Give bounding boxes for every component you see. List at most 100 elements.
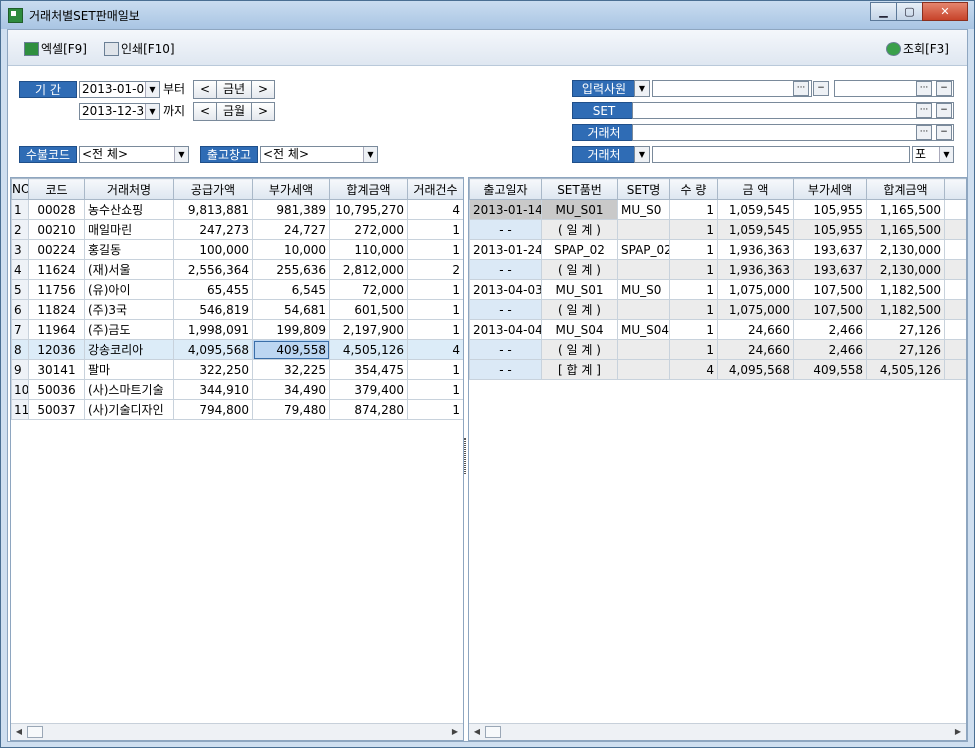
- table-row[interactable]: 8 12036 강송코리아 4,095,568 409,558 4,505,126 4: [11, 339, 463, 360]
- vat-amount-cell[interactable]: 54,681: [252, 299, 330, 320]
- employee-input[interactable]: [652, 80, 812, 97]
- customer-code-cell[interactable]: 00224: [28, 239, 85, 260]
- customer-code-cell[interactable]: 12036: [28, 339, 85, 360]
- customer-name-cell[interactable]: (주)3국: [84, 299, 174, 320]
- prev-month-button[interactable]: <: [193, 102, 217, 121]
- subul-code-select[interactable]: <전 체> ▼: [79, 146, 189, 163]
- col-header-code[interactable]: 코드: [28, 178, 85, 200]
- amount-cell[interactable]: 1,936,363: [717, 239, 794, 260]
- col-header-count[interactable]: 거래건수: [407, 178, 463, 200]
- set-name-cell[interactable]: [617, 219, 670, 240]
- supply-amount-cell[interactable]: 2,556,364: [173, 259, 253, 280]
- supply-amount-cell[interactable]: 247,273: [173, 219, 253, 240]
- scroll-left-icon[interactable]: ◀: [13, 726, 25, 738]
- vat-amount-cell[interactable]: 2,466: [793, 319, 867, 340]
- total-amount-cell[interactable]: 354,475: [329, 359, 408, 380]
- quantity-cell[interactable]: 4: [669, 359, 718, 380]
- vat-amount-cell[interactable]: 105,955: [793, 219, 867, 240]
- total-amount-cell[interactable]: 1,165,500: [866, 219, 945, 240]
- total-amount-cell[interactable]: 1,182,500: [866, 299, 945, 320]
- col-header-no[interactable]: NO: [11, 178, 29, 200]
- scroll-thumb[interactable]: [27, 726, 43, 738]
- customer-name-cell[interactable]: (재)서울: [84, 259, 174, 280]
- customer2-dropdown[interactable]: ▼: [634, 146, 650, 163]
- horizontal-scrollbar[interactable]: ◀ ▶: [469, 723, 966, 740]
- ship-date-cell[interactable]: - -: [469, 259, 542, 280]
- customer2-option-select[interactable]: 포 ▼: [912, 146, 954, 163]
- table-row[interactable]: 2013-04-04 MU_S04 MU_S04 1 24,660 2,466 27,126: [469, 319, 966, 340]
- ship-date-cell[interactable]: - -: [469, 339, 542, 360]
- col-header-ship-date[interactable]: 출고일자: [469, 178, 542, 200]
- scroll-thumb[interactable]: [485, 726, 501, 738]
- row-no-cell[interactable]: 7: [11, 319, 29, 340]
- next-year-button[interactable]: >: [251, 80, 275, 99]
- set-search-button[interactable]: ···: [916, 103, 932, 118]
- supply-amount-cell[interactable]: 4,095,568: [173, 339, 253, 360]
- row-no-cell[interactable]: 1: [11, 199, 29, 220]
- table-row[interactable]: - -( 일 계 ) 1 1,936,363 193,637 2,130,000: [469, 259, 966, 280]
- table-row[interactable]: - -( 일 계 ) 1 24,660 2,466 27,126: [469, 339, 966, 360]
- excel-button[interactable]: 엑셀[F9]: [24, 40, 87, 57]
- set-name-cell[interactable]: MU_S0: [617, 199, 670, 220]
- table-row[interactable]: - -( 일 계 ) 1 1,075,000 107,500 1,182,500: [469, 299, 966, 320]
- chevron-down-icon[interactable]: ▼: [363, 147, 377, 162]
- set-name-cell[interactable]: [617, 339, 670, 360]
- vat-amount-cell[interactable]: 107,500: [793, 279, 867, 300]
- table-row[interactable]: 2 00210 매일마린 247,273 24,727 272,000 1: [11, 219, 463, 240]
- customer-name-cell[interactable]: (주)금도: [84, 319, 174, 340]
- row-no-cell[interactable]: 3: [11, 239, 29, 260]
- customer-code-cell[interactable]: 50037: [28, 399, 85, 420]
- amount-cell[interactable]: 1,059,545: [717, 219, 794, 240]
- employee-search-button[interactable]: ···: [793, 81, 809, 96]
- deal-count-cell[interactable]: 1: [407, 379, 463, 400]
- quantity-cell[interactable]: 1: [669, 199, 718, 220]
- vat-amount-cell[interactable]: 2,466: [793, 339, 867, 360]
- customer-input[interactable]: [632, 124, 954, 141]
- customer-code-cell[interactable]: 00210: [28, 219, 85, 240]
- table-row[interactable]: 11 50037 (사)기술디자인 794,800 79,480 874,280 1: [11, 399, 463, 420]
- supply-amount-cell[interactable]: 1,998,091: [173, 319, 253, 340]
- horizontal-scrollbar[interactable]: ◀ ▶: [11, 723, 463, 740]
- ship-date-cell[interactable]: - -: [469, 219, 542, 240]
- col-header-set-name[interactable]: SET명: [617, 178, 670, 200]
- vat-amount-cell[interactable]: 193,637: [793, 239, 867, 260]
- table-row[interactable]: 4 11624 (재)서울 2,556,364 255,636 2,812,000 2: [11, 259, 463, 280]
- customer-name-cell[interactable]: 강송코리아: [84, 339, 174, 360]
- vat-amount-cell[interactable]: 409,558: [793, 359, 867, 380]
- table-row[interactable]: 2013-04-03 MU_S01 MU_S0 1 1,075,000 107,500 1,…: [469, 279, 966, 300]
- scroll-left-icon[interactable]: ◀: [471, 726, 483, 738]
- this-year-button[interactable]: 금년: [216, 80, 252, 99]
- set-code-cell[interactable]: ( 일 계 ): [541, 219, 618, 240]
- vat-amount-cell[interactable]: 105,955: [793, 199, 867, 220]
- table-row[interactable]: 7 11964 (주)금도 1,998,091 199,809 2,197,900 1: [11, 319, 463, 340]
- supply-amount-cell[interactable]: 9,813,881: [173, 199, 253, 220]
- ship-date-cell[interactable]: 2013-04-03: [469, 279, 542, 300]
- set-code-cell[interactable]: ( 일 계 ): [541, 339, 618, 360]
- supply-amount-cell[interactable]: 322,250: [173, 359, 253, 380]
- total-amount-cell[interactable]: 272,000: [329, 219, 408, 240]
- quantity-cell[interactable]: 1: [669, 219, 718, 240]
- total-amount-cell[interactable]: 1,182,500: [866, 279, 945, 300]
- set-code-cell[interactable]: [ 합 계 ]: [541, 359, 618, 380]
- customer-name-cell[interactable]: 매일마린: [84, 219, 174, 240]
- table-row[interactable]: 2013-01-14 MU_S01 MU_S0 1 1,059,545 105,955 1,…: [469, 199, 966, 220]
- chevron-down-icon[interactable]: ▼: [635, 147, 649, 162]
- chevron-down-icon[interactable]: ▼: [939, 147, 953, 162]
- set-code-cell[interactable]: MU_S01: [541, 199, 618, 220]
- set-name-cell[interactable]: MU_S04: [617, 319, 670, 340]
- deal-count-cell[interactable]: 1: [407, 279, 463, 300]
- set-input[interactable]: [632, 102, 954, 119]
- row-no-cell[interactable]: 9: [11, 359, 29, 380]
- close-button[interactable]: ✕: [922, 2, 968, 21]
- customer-code-cell[interactable]: 30141: [28, 359, 85, 380]
- customer-code-cell[interactable]: 00028: [28, 199, 85, 220]
- customer-clear-button[interactable]: −: [936, 125, 952, 140]
- vat-amount-cell[interactable]: 32,225: [252, 359, 330, 380]
- quantity-cell[interactable]: 1: [669, 239, 718, 260]
- total-amount-cell[interactable]: 601,500: [329, 299, 408, 320]
- quantity-cell[interactable]: 1: [669, 299, 718, 320]
- set-code-cell[interactable]: MU_S04: [541, 319, 618, 340]
- employee-dropdown[interactable]: ▼: [634, 80, 650, 97]
- supply-amount-cell[interactable]: 344,910: [173, 379, 253, 400]
- customer-code-cell[interactable]: 11624: [28, 259, 85, 280]
